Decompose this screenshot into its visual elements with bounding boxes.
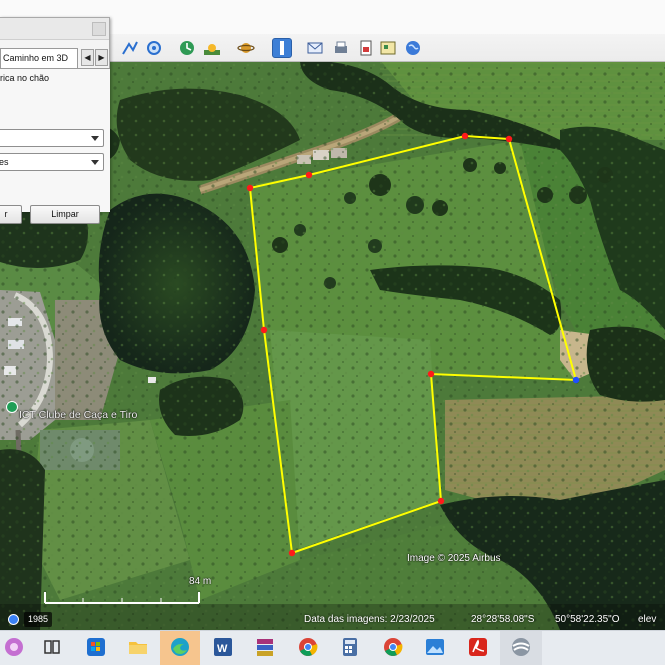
units-dropdown[interactable]: es bbox=[0, 153, 104, 171]
add-circle-icon[interactable] bbox=[144, 38, 164, 58]
calculator-icon[interactable] bbox=[338, 635, 362, 659]
chrome-icon[interactable] bbox=[296, 635, 320, 659]
view-in-maps-icon[interactable] bbox=[378, 38, 398, 58]
panel-titlebar[interactable] bbox=[0, 18, 109, 40]
add-path-icon[interactable] bbox=[120, 38, 140, 58]
print-icon[interactable] bbox=[331, 38, 351, 58]
file-explorer-icon[interactable] bbox=[126, 635, 150, 659]
path-vertex[interactable] bbox=[427, 370, 435, 378]
altitude-mode-dropdown[interactable] bbox=[0, 129, 104, 147]
path-vertex[interactable] bbox=[437, 497, 445, 505]
path-vertex[interactable] bbox=[288, 549, 296, 557]
start-icon[interactable] bbox=[2, 635, 26, 659]
task-view-icon[interactable] bbox=[40, 635, 64, 659]
clear-button[interactable]: Limpar bbox=[30, 205, 100, 224]
path-vertex[interactable] bbox=[260, 326, 268, 334]
place-label[interactable]: ICT Clube de Caça e Tiro bbox=[19, 409, 137, 421]
scale-bar bbox=[44, 592, 200, 604]
planets-icon[interactable] bbox=[236, 38, 256, 58]
path-vertex-selected[interactable] bbox=[572, 376, 580, 384]
scale-label: 84 m bbox=[189, 576, 212, 587]
earth-icon[interactable] bbox=[403, 38, 423, 58]
panel-close-icon[interactable] bbox=[92, 22, 106, 36]
edge-icon[interactable] bbox=[168, 635, 192, 659]
elevation-label: elev bbox=[638, 614, 657, 625]
save-image-icon[interactable] bbox=[356, 38, 376, 58]
year-badge[interactable]: 1985 bbox=[24, 612, 53, 627]
store-icon[interactable] bbox=[84, 635, 108, 659]
path-vertex[interactable] bbox=[505, 135, 513, 143]
historical-imagery-icon[interactable] bbox=[177, 38, 197, 58]
clamp-to-ground-label[interactable]: rica no chão bbox=[0, 73, 49, 83]
ruler-icon[interactable] bbox=[272, 38, 292, 58]
imagery-date: Data das imagens: 2/23/2025 bbox=[304, 614, 435, 625]
winrar-icon[interactable] bbox=[253, 635, 277, 659]
panel-tab-row: Caminho em 3D ◀ ▶ bbox=[0, 48, 110, 68]
path-vertex[interactable] bbox=[305, 171, 313, 179]
chevron-down-icon bbox=[91, 136, 99, 141]
save-button[interactable]: r bbox=[0, 205, 22, 224]
photos-icon[interactable] bbox=[423, 635, 447, 659]
dropdown-value: es bbox=[0, 157, 9, 167]
chevron-down-icon bbox=[91, 160, 99, 165]
path-vertex[interactable] bbox=[461, 132, 469, 140]
path-vertex[interactable] bbox=[246, 184, 254, 192]
longitude-readout: 50°58'22.35"O bbox=[555, 614, 620, 625]
word-icon[interactable]: W bbox=[211, 635, 235, 659]
tab-next-icon[interactable]: ▶ bbox=[95, 49, 108, 66]
acrobat-icon[interactable] bbox=[466, 635, 490, 659]
tab-prev-icon[interactable]: ◀ bbox=[81, 49, 94, 66]
latitude-readout: 28°28'58.08"S bbox=[471, 614, 535, 625]
panel-body: rica no chão es r Limpar bbox=[0, 68, 110, 224]
email-icon[interactable] bbox=[305, 38, 325, 58]
google-earth-icon[interactable] bbox=[509, 635, 533, 659]
tab-3d-path[interactable]: Caminho em 3D bbox=[0, 48, 78, 68]
sunlight-icon[interactable] bbox=[202, 38, 222, 58]
path-properties-panel[interactable]: Caminho em 3D ◀ ▶ rica no chão es r Limp… bbox=[0, 17, 110, 224]
historical-imagery-icon[interactable] bbox=[8, 614, 19, 625]
svg-text:W: W bbox=[217, 643, 228, 655]
chrome-profile-icon[interactable] bbox=[381, 635, 405, 659]
place-pin-icon[interactable] bbox=[6, 401, 18, 413]
imagery-copyright: Image © 2025 Airbus bbox=[407, 553, 501, 564]
